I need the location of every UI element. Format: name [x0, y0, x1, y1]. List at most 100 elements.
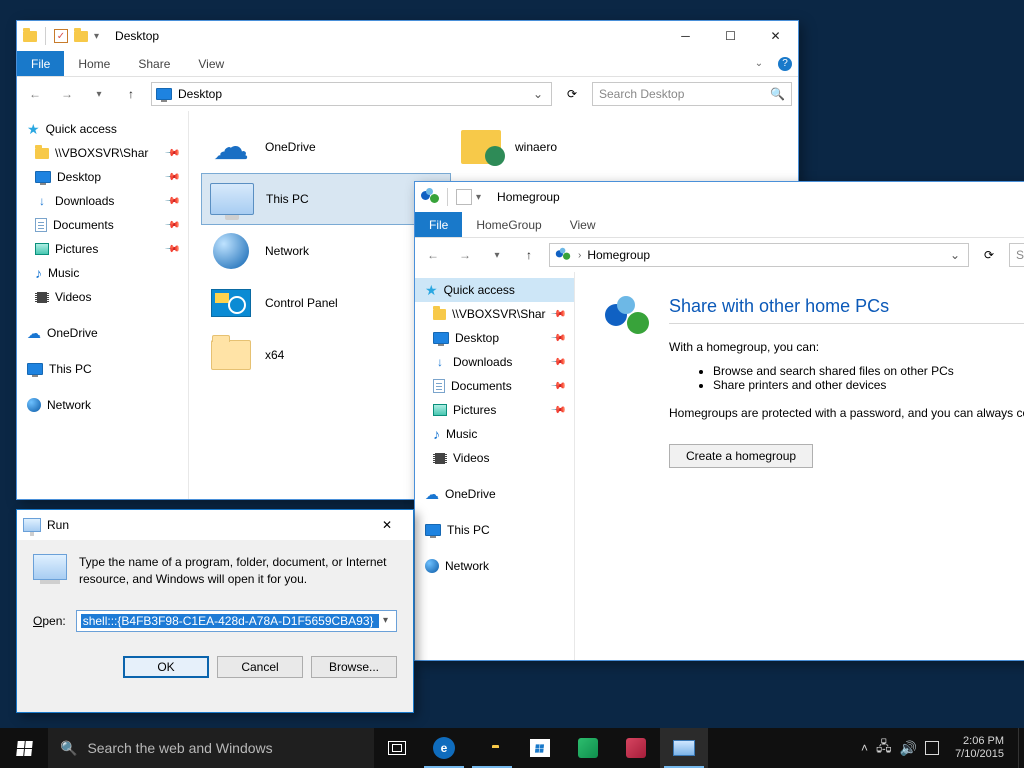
maximize-button[interactable]: ☐	[708, 22, 753, 51]
qat-customize-icon[interactable]: ▾	[476, 192, 481, 203]
qat-newfolder-icon[interactable]	[72, 29, 90, 43]
refresh-button[interactable]: ⟳	[977, 243, 1001, 267]
nav-up-button[interactable]: ↑	[517, 243, 541, 267]
tab-homegroup[interactable]: HomeGroup	[462, 212, 555, 237]
navpane-network[interactable]: Network	[17, 393, 188, 417]
star-icon: ★	[425, 282, 438, 299]
pc-icon	[210, 177, 254, 221]
cloud-icon: ☁	[27, 325, 41, 342]
navpane-quick-access[interactable]: ★ Quick access	[17, 117, 188, 141]
navpane-item[interactable]: Videos	[17, 285, 188, 309]
qat-divider	[45, 27, 46, 45]
start-button[interactable]	[0, 728, 48, 768]
chevron-down-icon[interactable]: ▾	[379, 615, 392, 626]
navpane-network[interactable]: Network	[415, 554, 574, 578]
tab-view[interactable]: View	[184, 51, 238, 76]
refresh-button[interactable]: ⟳	[560, 82, 584, 106]
ok-button[interactable]: OK	[123, 656, 209, 678]
navpane-item[interactable]: ↓Downloads📌	[415, 350, 574, 374]
navpane-item[interactable]: ♪Music	[415, 422, 574, 446]
nav-recent-icon[interactable]: ▾	[485, 243, 509, 267]
taskbar-edge-button[interactable]: e	[420, 728, 468, 768]
qat-icon[interactable]	[456, 189, 472, 205]
show-desktop-button[interactable]	[1018, 728, 1024, 768]
taskbar-run-button[interactable]	[660, 728, 708, 768]
open-value[interactable]: shell:::{B4FB3F98-C1EA-428d-A78A-D1F5659…	[81, 614, 379, 628]
titlebar[interactable]: ✓ ▾ Desktop ─ ☐ ✕	[17, 21, 798, 51]
titlebar[interactable]: ▾ Homegroup	[415, 182, 1024, 212]
qat-properties-icon[interactable]: ✓	[54, 29, 68, 43]
help-button[interactable]: ?	[772, 51, 798, 76]
clock-time: 2:06 PM	[955, 735, 1004, 748]
tile-onedrive[interactable]: ☁OneDrive	[201, 121, 451, 173]
navpane-item[interactable]: Desktop📌	[17, 165, 188, 189]
search-box[interactable]: Search	[1009, 243, 1024, 267]
navpane-item[interactable]: Desktop📌	[415, 326, 574, 350]
address-dropdown-icon[interactable]: ⌄	[529, 87, 547, 101]
nav-recent-icon[interactable]: ▾	[87, 82, 111, 106]
address-dropdown-icon[interactable]: ⌄	[946, 248, 964, 262]
run-big-icon	[33, 554, 67, 580]
homegroup-content-pane: Share with other home PCs With a homegro…	[575, 272, 1024, 660]
navpane-onedrive[interactable]: ☁OneDrive	[415, 482, 574, 506]
browse-button[interactable]: Browse...	[311, 656, 397, 678]
ribbon-expand-icon[interactable]: ⌄	[746, 51, 772, 76]
navpane-quick-access[interactable]: ★ Quick access	[415, 278, 574, 302]
user-folder-icon	[459, 125, 503, 169]
create-homegroup-button[interactable]: Create a homegroup	[669, 444, 813, 468]
taskbar-explorer-button[interactable]	[468, 728, 516, 768]
navpane-item[interactable]: Pictures📌	[415, 398, 574, 422]
store-icon	[530, 739, 550, 757]
navpane-onedrive[interactable]: ☁OneDrive	[17, 321, 188, 345]
app-icon	[626, 738, 646, 758]
app-icon	[578, 738, 598, 758]
taskbar-app2-button[interactable]	[612, 728, 660, 768]
tab-view[interactable]: View	[556, 212, 610, 237]
navpane-item[interactable]: Documents📌	[17, 213, 188, 237]
nav-back-button[interactable]: ←	[23, 82, 47, 106]
tab-file[interactable]: File	[415, 212, 462, 237]
tray-overflow-icon[interactable]: ˄	[861, 741, 868, 755]
close-button[interactable]: ✕	[367, 511, 407, 539]
window-title: Homegroup	[487, 190, 1024, 204]
monitor-icon	[433, 332, 449, 344]
address-bar[interactable]: Desktop ⌄	[151, 82, 552, 106]
cloud-icon: ☁	[425, 486, 439, 503]
navpane-item[interactable]: ♪Music	[17, 261, 188, 285]
close-button[interactable]: ✕	[753, 22, 798, 51]
tray-volume-icon[interactable]: 🔊	[900, 740, 917, 757]
search-box[interactable]: Search Desktop 🔍	[592, 82, 792, 106]
open-combobox[interactable]: shell:::{B4FB3F98-C1EA-428d-A78A-D1F5659…	[76, 610, 397, 632]
tab-home[interactable]: Home	[64, 51, 124, 76]
minimize-button[interactable]: ─	[663, 22, 708, 51]
taskbar-app1-button[interactable]	[564, 728, 612, 768]
taskbar-clock[interactable]: 2:06 PM 7/10/2015	[947, 735, 1012, 760]
taskbar-store-button[interactable]	[516, 728, 564, 768]
run-titlebar[interactable]: Run ✕	[17, 510, 413, 540]
qat-customize-icon[interactable]: ▾	[94, 31, 99, 42]
breadcrumb[interactable]: Homegroup	[587, 248, 650, 262]
tray-network-icon[interactable]: 🖧	[876, 736, 892, 760]
navpane-item[interactable]: Videos	[415, 446, 574, 470]
breadcrumb[interactable]: Desktop	[178, 87, 222, 101]
nav-back-button: ←	[421, 243, 445, 267]
address-bar[interactable]: › Homegroup ⌄	[549, 243, 969, 267]
monitor-icon	[425, 524, 441, 536]
navpane-item[interactable]: \\VBOXSVR\Shar📌	[17, 141, 188, 165]
tray-action-center-icon[interactable]	[925, 741, 939, 755]
monitor-icon	[27, 363, 43, 375]
task-view-button[interactable]	[374, 728, 420, 768]
cancel-button[interactable]: Cancel	[217, 656, 303, 678]
navpane-item[interactable]: Pictures📌	[17, 237, 188, 261]
star-icon: ★	[27, 121, 40, 138]
nav-up-button[interactable]: ↑	[119, 82, 143, 106]
tile-winaero[interactable]: winaero	[451, 121, 701, 173]
navpane-item[interactable]: ↓Downloads📌	[17, 189, 188, 213]
navpane-this-pc[interactable]: This PC	[17, 357, 188, 381]
navpane-item[interactable]: \\VBOXSVR\Shar📌	[415, 302, 574, 326]
navpane-item[interactable]: Documents📌	[415, 374, 574, 398]
tab-share[interactable]: Share	[124, 51, 184, 76]
taskbar-search[interactable]: 🔍 Search the web and Windows	[48, 728, 374, 768]
tab-file[interactable]: File	[17, 51, 64, 76]
navpane-this-pc[interactable]: This PC	[415, 518, 574, 542]
